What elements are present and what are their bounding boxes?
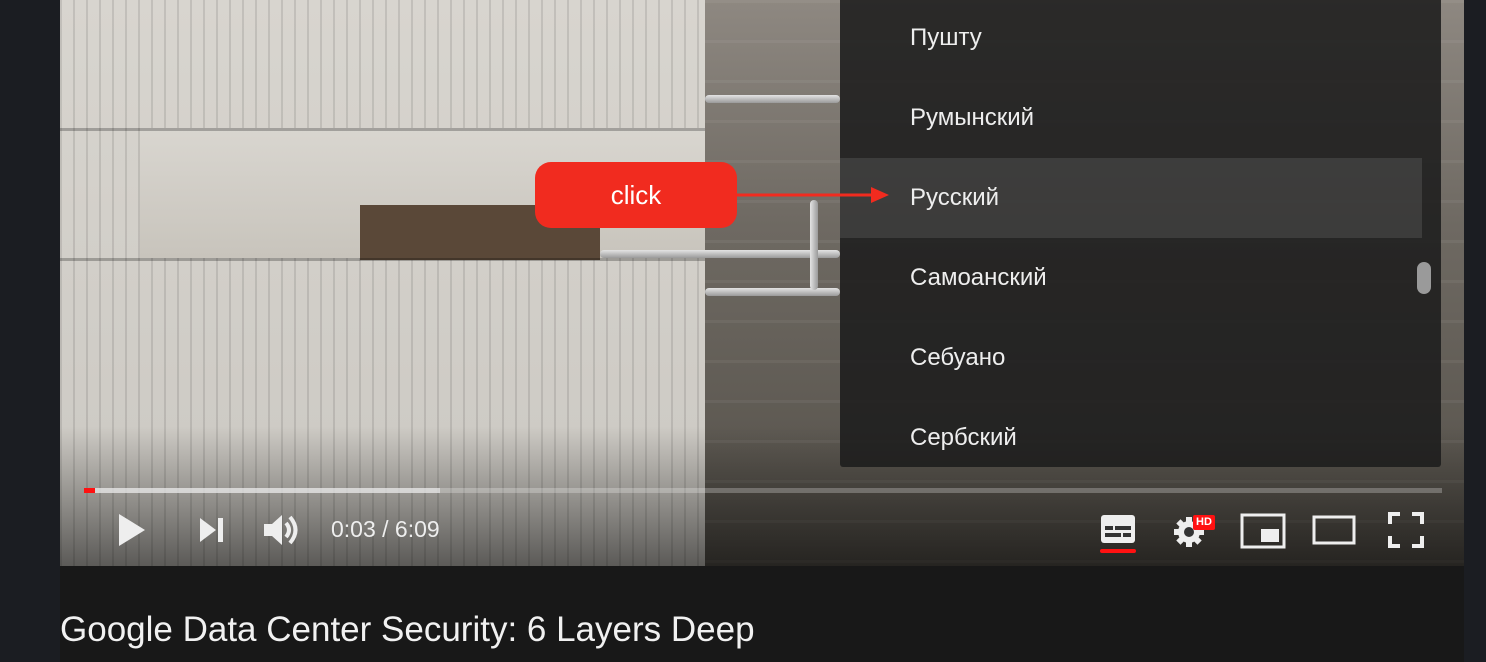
- mute-button[interactable]: [261, 510, 303, 550]
- page-right-gutter: [1464, 0, 1486, 662]
- language-option[interactable]: Сербский: [840, 398, 1422, 478]
- page-left-gutter: [0, 0, 60, 662]
- video-frame-pipe: [705, 288, 840, 296]
- play-button[interactable]: [115, 512, 149, 548]
- video-frame-pipe: [600, 250, 840, 258]
- closed-captions-icon: [1101, 515, 1135, 543]
- miniplayer-button[interactable]: [1240, 513, 1286, 549]
- fullscreen-icon: [1388, 512, 1424, 548]
- subtitle-language-menu[interactable]: Пушту Румынский Русский Самоанский Себуа…: [840, 0, 1441, 467]
- skip-next-icon: [200, 518, 223, 542]
- subtitles-active-indicator: [1100, 549, 1136, 553]
- menu-scrollbar[interactable]: [1417, 262, 1431, 294]
- next-button[interactable]: [197, 515, 227, 545]
- language-option[interactable]: Самоанский: [840, 238, 1422, 318]
- fullscreen-button[interactable]: [1388, 512, 1424, 548]
- video-frame-edge: [60, 128, 705, 131]
- time-display: 0:03 / 6:09: [331, 516, 440, 542]
- video-frame-edge: [60, 258, 705, 261]
- progress-buffered: [84, 488, 440, 493]
- annotation-arrow-icon: [737, 187, 889, 203]
- theater-mode-button[interactable]: [1312, 515, 1356, 545]
- subtitles-button[interactable]: [1100, 514, 1136, 544]
- language-option[interactable]: Пушту: [840, 0, 1422, 78]
- volume-icon: [264, 515, 298, 545]
- progress-bar[interactable]: [84, 488, 1442, 493]
- language-option[interactable]: Румынский: [840, 78, 1422, 158]
- language-option[interactable]: Себуано: [840, 318, 1422, 398]
- hd-badge: HD: [1193, 515, 1215, 530]
- play-icon: [119, 514, 145, 546]
- video-frame-pipe: [810, 200, 818, 290]
- theater-mode-icon: [1312, 515, 1356, 545]
- video-frame-pipe: [705, 95, 840, 103]
- click-annotation: click: [535, 162, 737, 228]
- video-title: Google Data Center Security: 6 Layers De…: [60, 610, 755, 649]
- video-player[interactable]: Пушту Румынский Русский Самоанский Себуа…: [60, 0, 1464, 566]
- progress-played: [84, 488, 95, 493]
- miniplayer-icon: [1240, 513, 1286, 549]
- language-option-selected[interactable]: Русский: [840, 158, 1422, 238]
